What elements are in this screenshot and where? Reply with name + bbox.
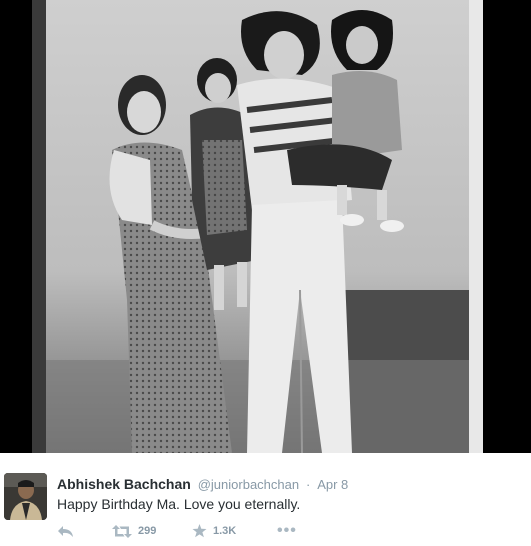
tweet-photo[interactable]	[32, 0, 483, 453]
profile-picture	[4, 473, 47, 520]
retweet-button[interactable]: 299	[112, 524, 192, 538]
more-dots-icon: •••	[277, 522, 297, 539]
favorite-count: 1.3K	[213, 525, 237, 537]
favorite-button[interactable]: 1.3K	[192, 524, 277, 538]
media-container[interactable]	[0, 0, 531, 453]
user-handle[interactable]: @juniorbachchan	[198, 477, 299, 492]
retweet-count: 299	[138, 525, 157, 537]
more-button[interactable]: •••	[277, 522, 297, 540]
separator-dot: ·	[305, 477, 311, 492]
tweet-header: Abhishek Bachchan @juniorbachchan · Apr …	[57, 475, 348, 493]
tweet-actions: 299 1.3K •••	[57, 522, 297, 540]
retweet-icon	[112, 524, 132, 538]
tweet-timestamp[interactable]: Apr 8	[317, 477, 348, 492]
reply-button[interactable]	[57, 525, 112, 538]
family-photo-image	[32, 0, 483, 453]
reply-icon	[58, 525, 73, 537]
display-name[interactable]: Abhishek Bachchan	[57, 476, 191, 492]
tweet[interactable]: Abhishek Bachchan @juniorbachchan · Apr …	[0, 453, 531, 546]
tweet-text: Happy Birthday Ma. Love you eternally.	[57, 496, 301, 512]
star-icon	[192, 524, 207, 538]
avatar[interactable]	[4, 473, 47, 520]
